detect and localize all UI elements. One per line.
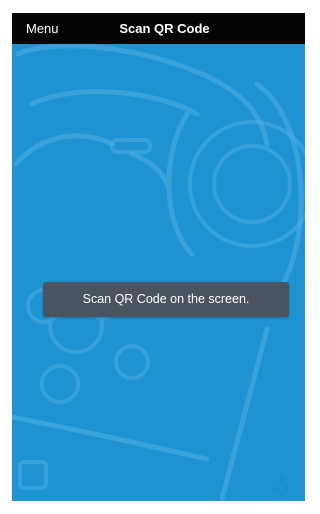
camera-feed-illustration [12, 44, 305, 501]
scan-instruction-toast: Scan QR Code on the screen. [43, 282, 289, 317]
top-bar: Menu Scan QR Code [12, 13, 305, 44]
app-logo-icon [272, 475, 290, 499]
camera-viewfinder[interactable]: Scan QR Code on the screen. [12, 44, 305, 501]
menu-button[interactable]: Menu [26, 21, 59, 36]
phone-screen: Menu Scan QR Code Scan QR Code on the sc… [12, 13, 305, 501]
